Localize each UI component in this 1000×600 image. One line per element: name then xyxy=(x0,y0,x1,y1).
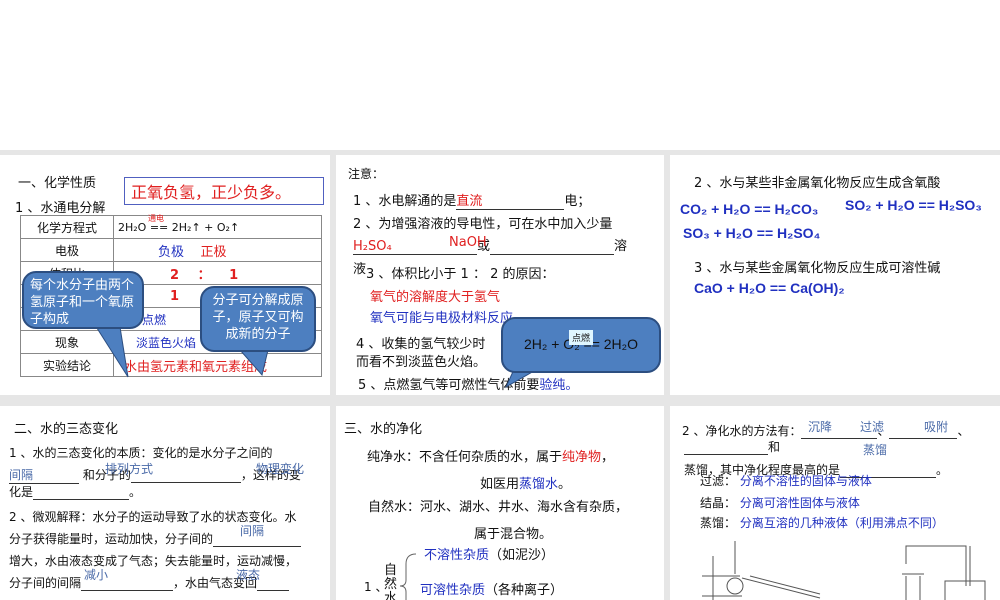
slide-electrolysis[interactable]: 一、化学性质 1 、水通电分解 正氧负氢，正少负多。 化学方程式 通电 2H₂O =… xyxy=(0,155,330,395)
answer-liquid: 液态 xyxy=(236,568,261,582)
top-blank-area xyxy=(0,0,1000,150)
answer-adsorption: 吸附 xyxy=(924,420,949,434)
brace-icon xyxy=(399,553,417,600)
answer-arrangement: 排列方式 xyxy=(105,462,154,476)
slide-oxide-reactions[interactable]: 2 、水与某些非金属氧化物反应生成含氧酸 CO₂ + H₂O == H₂CO₃ … xyxy=(670,155,1000,395)
answer-spacing-2: 间隔 xyxy=(240,524,265,538)
slide-notes[interactable]: 注意： 1 、水电解通的是直流 电； 2 、为增强溶液的导电性，可在水中加入少量 … xyxy=(336,155,664,395)
answer-decrease: 减小 xyxy=(84,568,109,582)
answer-spacing: 间隔 xyxy=(9,466,79,484)
answer-physical-change: 物理变化 xyxy=(256,462,305,476)
heading-acid: 2 、水与某些非金属氧化物反应生成含氧酸 xyxy=(694,176,941,191)
answer-filtration: 过滤 xyxy=(860,420,885,434)
answer-settling: 沉降 xyxy=(808,420,833,434)
section-title: 二、水的三态变化 xyxy=(14,422,119,437)
section-title: 三、水的净化 xyxy=(344,422,423,437)
callout-combustion: 2H₂ + O₂ == 2H₂O xyxy=(501,317,661,373)
equation-so2: SO₂ + H₂O == H₂SO₃ xyxy=(845,197,982,213)
callout-atoms: 分子可分解成原子，原子又可构成新的分子 xyxy=(200,286,316,352)
callout-molecule: 每个水分子由两个氢原子和一个氧原子构成 xyxy=(22,271,144,329)
equation-so3: SO₃ + H₂O == H₂SO₄ xyxy=(683,225,821,241)
ignite-condition: 点燃 xyxy=(569,330,594,345)
distillation-apparatus-illustration xyxy=(702,541,986,600)
equation-cao: CaO + H₂O == Ca(OH)₂ xyxy=(694,280,845,296)
heading-base: 3 、水与某些金属氧化物反应生成可溶性碱 xyxy=(694,261,941,276)
slide-three-states[interactable]: 二、水的三态变化 1 、水的三态变化的本质：变化的是水分子之间的 间隔 和分子的… xyxy=(0,406,330,600)
equation-co2: CO₂ + H₂O == H₂CO₃ xyxy=(680,201,819,217)
answer-distillation: 蒸馏 xyxy=(863,443,888,457)
slide-purification-methods[interactable]: 2 、净化水的方法有： 、 、 沉降 过滤 吸附 和 蒸馏 蒸馏，其中净化程度最… xyxy=(670,406,1000,600)
slide-purification[interactable]: 三、水的净化 纯净水：不含任何杂质的水，属于纯净物， 如医用蒸馏水。 自然水：河… xyxy=(336,406,664,600)
